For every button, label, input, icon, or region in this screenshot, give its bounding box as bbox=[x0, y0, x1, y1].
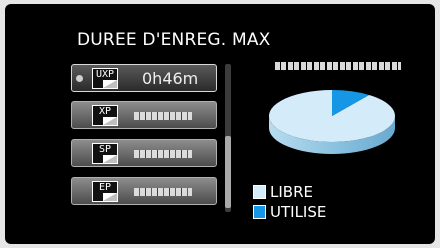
mode-code-label: EP bbox=[93, 182, 117, 193]
time-placeholder-dots bbox=[134, 188, 192, 196]
recording-time-screen: DUREE D'ENREG. MAX UXP 0h46m XP SP EP LI… bbox=[5, 4, 435, 244]
quality-badge-icon: UXP bbox=[92, 68, 118, 89]
quality-badge-icon: XP bbox=[92, 105, 118, 126]
mode-code-label: UXP bbox=[93, 69, 117, 80]
legend-label-used: UTILISE bbox=[270, 203, 327, 221]
mode-code-label: SP bbox=[93, 144, 117, 155]
legend-label-free: LIBRE bbox=[270, 183, 313, 201]
scrollbar-thumb[interactable] bbox=[225, 136, 231, 208]
recording-time-value: 0h46m bbox=[142, 69, 199, 88]
quality-badge-icon: SP bbox=[92, 143, 118, 164]
legend-swatch-free bbox=[253, 185, 266, 199]
mode-list-scrollbar[interactable] bbox=[225, 64, 231, 212]
quality-badge-icon: EP bbox=[92, 181, 118, 202]
mode-button-xp[interactable]: XP bbox=[71, 101, 217, 129]
info-placeholder-dots bbox=[275, 62, 401, 70]
time-placeholder-dots bbox=[134, 112, 192, 120]
mode-button-ep[interactable]: EP bbox=[71, 177, 217, 205]
mode-code-label: XP bbox=[93, 106, 117, 117]
storage-usage-pie-chart bbox=[269, 90, 395, 154]
page-title: DUREE D'ENREG. MAX bbox=[77, 30, 271, 50]
legend-swatch-used bbox=[253, 205, 266, 219]
selected-indicator-icon bbox=[76, 75, 83, 82]
time-placeholder-dots bbox=[134, 150, 192, 158]
mode-button-uxp[interactable]: UXP 0h46m bbox=[71, 64, 217, 92]
mode-button-sp[interactable]: SP bbox=[71, 139, 217, 167]
